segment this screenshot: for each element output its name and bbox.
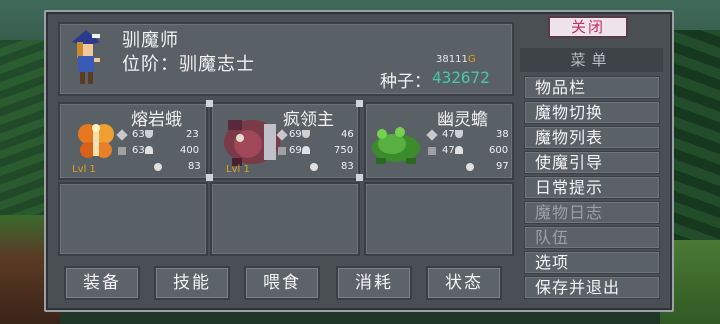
- hp-max-value: 400: [180, 145, 200, 156]
- menu-item-options[interactable]: 选项: [524, 251, 660, 274]
- hp-max-value: 600: [489, 145, 509, 156]
- menu-item-inventory[interactable]: 物品栏: [524, 76, 660, 99]
- gold-amount: 38111G: [436, 54, 476, 65]
- shield-icon: [145, 130, 153, 138]
- party-slot-5[interactable]: [210, 182, 360, 256]
- hp-max-value: 750: [334, 145, 354, 156]
- status-button[interactable]: 状态: [426, 266, 502, 300]
- party-slot-4[interactable]: [58, 182, 208, 256]
- menu-item-monster-switch[interactable]: 魔物切换: [524, 101, 660, 124]
- defense-value: 63: [132, 145, 145, 156]
- consume-button[interactable]: 消耗: [336, 266, 412, 300]
- hp-value: 23: [186, 129, 199, 140]
- close-button[interactable]: 关闭: [548, 16, 628, 38]
- seeds-value: 432672: [432, 68, 490, 87]
- shield-icon: [455, 130, 463, 138]
- attack-value: 63: [132, 129, 145, 140]
- equip-button[interactable]: 装备: [64, 266, 140, 300]
- food-icon: [466, 163, 474, 171]
- wand-icon: [428, 147, 436, 155]
- attack-value: 69: [289, 129, 302, 140]
- feed-button[interactable]: 喂食: [244, 266, 320, 300]
- food-value: 83: [188, 161, 201, 172]
- tamer-rank: 位阶：驯魔志士: [122, 50, 255, 76]
- tamer-sprite: [72, 30, 100, 84]
- skills-button[interactable]: 技能: [154, 266, 230, 300]
- menu-item-save-quit[interactable]: 保存并退出: [524, 276, 660, 299]
- seeds-label: 种子：: [380, 72, 431, 92]
- food-icon: [154, 163, 162, 171]
- menu-item-daily-tips[interactable]: 日常提示: [524, 176, 660, 199]
- tamer-name: 驯魔师: [122, 30, 179, 51]
- menu-item-monster-log: 魔物日志: [524, 201, 660, 224]
- food-icon: [310, 163, 318, 171]
- monster-level: Lvl 1: [72, 164, 96, 175]
- menu-item-team: 队伍: [524, 226, 660, 249]
- gold-value: 38111: [436, 54, 468, 65]
- defense-value: 47: [442, 145, 455, 156]
- food-value: 97: [496, 161, 509, 172]
- menu-item-monster-list[interactable]: 魔物列表: [524, 126, 660, 149]
- selection-corner: [206, 100, 213, 107]
- wand-icon: [278, 147, 286, 155]
- mad-lord-sprite: [224, 120, 280, 166]
- defense-value: 69: [289, 145, 302, 156]
- party-slot-6[interactable]: [364, 182, 514, 256]
- selection-corner: [356, 174, 363, 181]
- rank-label: 位阶：: [122, 54, 179, 75]
- selection-corner: [356, 100, 363, 107]
- selection-corner: [206, 174, 213, 181]
- ghost-toad-sprite: [372, 127, 420, 164]
- attack-value: 47: [442, 129, 455, 140]
- lava-moth-sprite: [78, 124, 114, 158]
- monster-level: Lvl 1: [226, 164, 250, 175]
- menu-item-familiar-guide[interactable]: 使魔引导: [524, 151, 660, 174]
- rank-value: 驯魔志士: [179, 54, 255, 75]
- wand-icon: [118, 147, 126, 155]
- heart-icon: [302, 146, 310, 154]
- menu-header: 菜单: [520, 48, 663, 72]
- heart-icon: [145, 146, 153, 154]
- food-value: 83: [341, 161, 354, 172]
- gold-unit: G: [467, 54, 476, 65]
- shield-icon: [302, 130, 310, 138]
- hp-value: 38: [496, 129, 509, 140]
- heart-icon: [455, 146, 463, 154]
- hp-value: 46: [341, 129, 354, 140]
